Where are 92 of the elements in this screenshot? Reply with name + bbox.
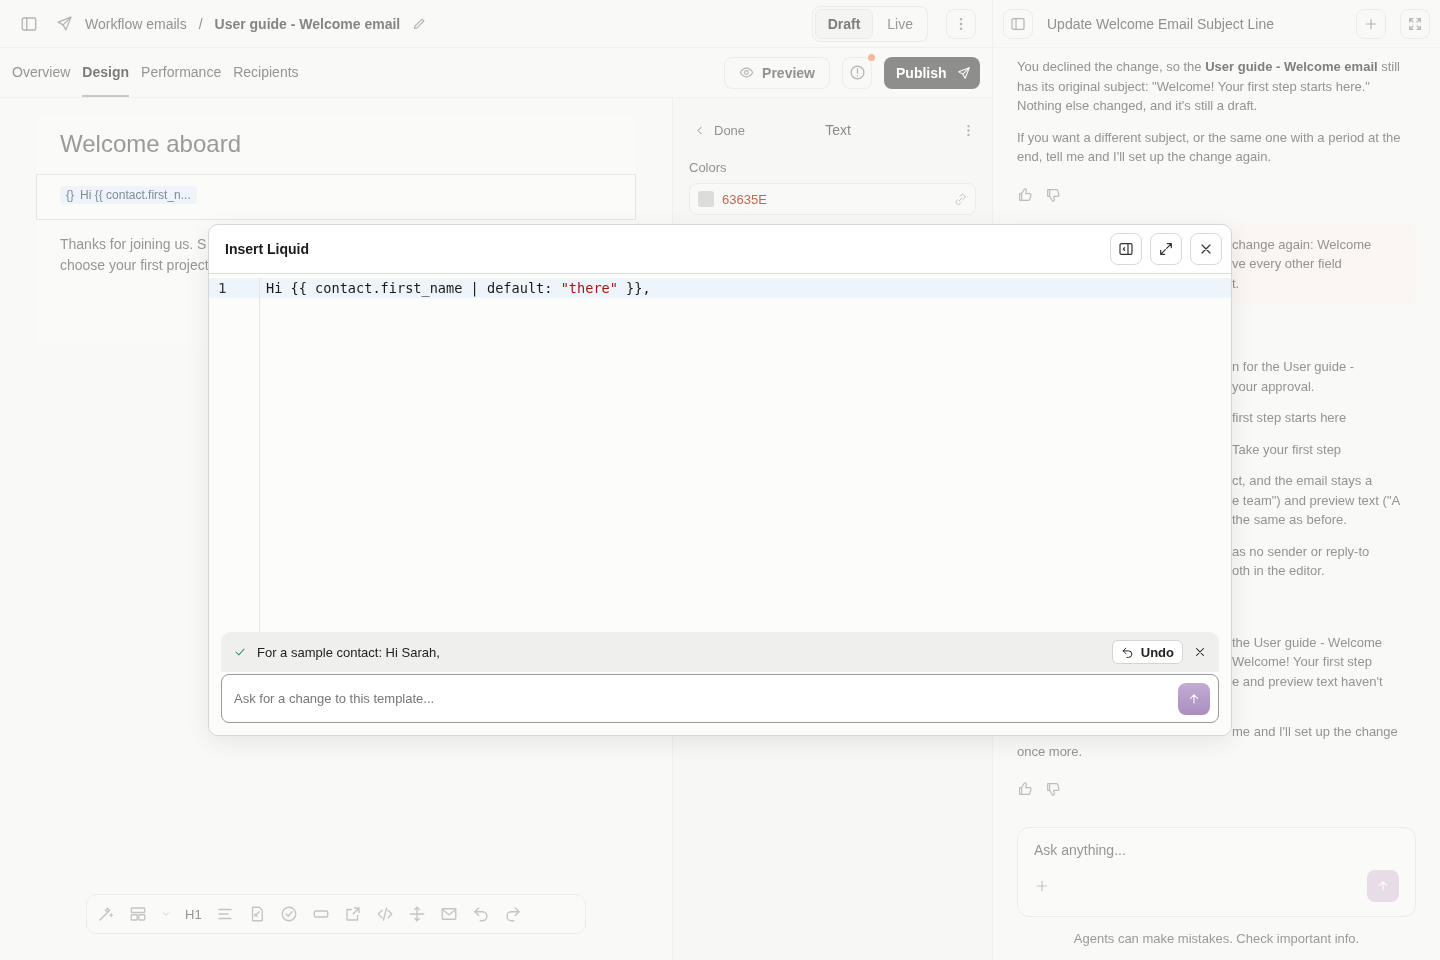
message-text: Welcome! Your first step (1232, 653, 1372, 671)
color-swatch (698, 191, 714, 207)
side-panel-icon (1118, 241, 1134, 257)
breadcrumb-separator: / (198, 15, 203, 32)
tab[interactable]: Performance (141, 48, 222, 97)
link-icon[interactable] (954, 192, 967, 206)
message-text: as no sender or reply-to (1232, 542, 1370, 561)
more-button[interactable] (946, 8, 976, 39)
line-number: 1 (209, 278, 259, 298)
fullscreen-button[interactable] (1400, 8, 1430, 39)
dismiss-icon[interactable] (1193, 645, 1207, 659)
liquid-block[interactable]: {} Hi {{ contact.first_n... (36, 174, 636, 220)
thumbs-up-icon[interactable] (1017, 781, 1033, 797)
tab[interactable]: Recipients (233, 48, 299, 97)
breadcrumb-link[interactable]: Workflow emails (85, 15, 187, 32)
info-icon (848, 64, 866, 81)
message-text: ct, and the email stays a (1232, 472, 1373, 490)
eye-icon (739, 65, 755, 80)
message-text: the same as before. (1232, 511, 1347, 529)
code-icon[interactable] (375, 905, 394, 923)
expand-icon (1158, 241, 1174, 257)
message-text: once more. (1017, 742, 1083, 761)
plus-icon[interactable] (1034, 878, 1050, 894)
panel-toggle-button[interactable] (1003, 8, 1033, 39)
side-panel-button[interactable] (1110, 233, 1142, 265)
share-icon[interactable] (343, 905, 362, 923)
undo-icon (1120, 645, 1134, 659)
breadcrumb-link[interactable]: User guide - Welcome email (214, 15, 401, 32)
mail-icon[interactable] (439, 905, 458, 923)
heading-tool[interactable]: H1 (185, 906, 202, 922)
fullscreen-icon (1407, 15, 1423, 32)
thumbs-down-icon[interactable] (1045, 781, 1061, 797)
email-body-text: Thanks for joining us. S (60, 235, 207, 254)
message-text: the User guide - Welcome (1232, 633, 1383, 652)
status-option[interactable]: Live (875, 8, 925, 39)
liquid-chip[interactable]: {} Hi {{ contact.first_n... (60, 186, 197, 204)
dialog-title: Insert Liquid (225, 241, 309, 257)
message-text: oth in the editor. (1232, 562, 1325, 580)
chevron-down-icon[interactable] (161, 909, 171, 919)
chat-title: Update Welcome Email Subject Line (1047, 15, 1274, 32)
paper-plane-icon (956, 65, 971, 80)
send-button[interactable] (1178, 682, 1210, 715)
message-text: your approval. (1232, 377, 1315, 396)
section-label: Colors (689, 160, 727, 175)
color-field[interactable]: 63635E (689, 183, 976, 215)
undo-icon[interactable] (471, 905, 490, 923)
prompt-input[interactable]: Ask for a change to this template... (234, 691, 1178, 706)
thumbs-down-icon[interactable] (1045, 186, 1061, 203)
message-text: Take your first step (1232, 440, 1342, 459)
panel-title: Text (825, 122, 851, 138)
undo-button[interactable]: Undo (1111, 640, 1183, 664)
layout-icon[interactable] (129, 905, 147, 923)
expand-button[interactable] (1150, 233, 1182, 265)
arrow-up-icon (1187, 691, 1201, 706)
email-body-text: choose your first project (60, 256, 209, 275)
message-text: change again: Welcome (1232, 235, 1372, 254)
status-option[interactable]: Draft (814, 8, 874, 39)
done-button[interactable]: Done (689, 122, 746, 138)
thumbs-up-icon[interactable] (1017, 186, 1033, 203)
message-text: e and preview text haven't (1232, 672, 1383, 691)
send-button[interactable] (1367, 870, 1399, 902)
redo-icon[interactable] (503, 905, 522, 923)
braces-icon: {} (66, 188, 74, 202)
publish-button[interactable]: Publish (884, 56, 980, 89)
message-text: t. (1232, 274, 1240, 293)
message-text: If you want a different subject, or the same one with a period at the end, tell me and I'll set up the change again. (1017, 128, 1402, 166)
message-text: You declined the change, so the User guide - Welcome email still has its original subject: "Welcome! Your first step starts here." Nothing else changed, and it's still a draft. (1017, 58, 1401, 115)
sidebar-toggle-icon[interactable] (20, 14, 38, 33)
disclaimer-text: Agents can make mistakes. Check important info. (1072, 930, 1361, 948)
email-heading: Welcome aboard (59, 129, 242, 159)
message-text: e team") and preview text ("A (1232, 491, 1401, 510)
color-value: 63635E (722, 191, 767, 207)
sidebar-panel-icon (1010, 15, 1026, 32)
message-text: me and I'll set up the change (1232, 723, 1398, 741)
close-button[interactable] (1190, 233, 1222, 265)
message-text: first step starts here (1232, 409, 1347, 427)
info-button[interactable] (842, 56, 872, 89)
check-circle-icon[interactable] (279, 905, 298, 923)
move-icon[interactable] (407, 905, 426, 923)
magic-wand-icon[interactable] (97, 905, 115, 923)
tab[interactable]: Overview (12, 48, 71, 97)
chat-input[interactable]: Ask anything... (1034, 842, 1399, 858)
paper-plane-icon (56, 15, 73, 32)
preview-button[interactable]: Preview (724, 56, 830, 89)
tab[interactable]: Design (82, 48, 130, 97)
message-text: n for the User guide - (1232, 358, 1355, 376)
arrow-up-icon (1376, 879, 1390, 893)
new-chat-button[interactable] (1356, 8, 1386, 39)
prompt-field[interactable]: Ask for a change to this template... (221, 674, 1219, 723)
result-text: For a sample contact: Hi Sarah, (257, 644, 440, 660)
chip-text: Hi {{ contact.first_n... (80, 188, 191, 202)
message-text: ve every other field (1232, 255, 1342, 273)
